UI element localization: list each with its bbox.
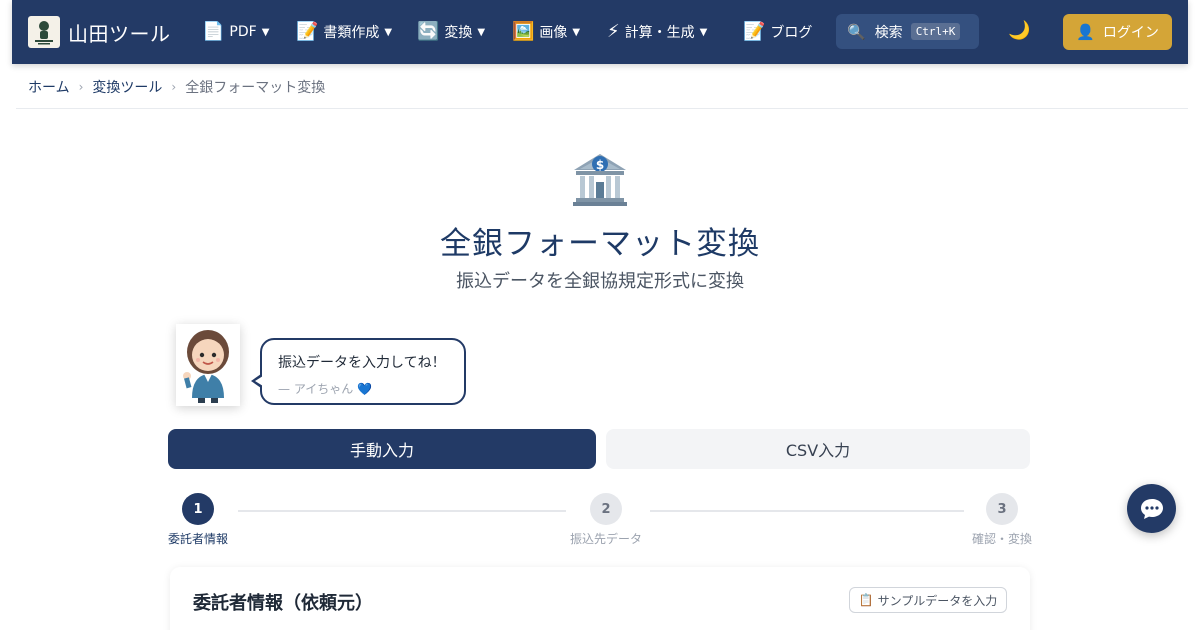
step-connector (650, 510, 964, 512)
memo-icon: 📝 (743, 21, 766, 42)
bank-icon: $ (570, 150, 630, 210)
chat-button[interactable] (1127, 484, 1176, 533)
search-icon: 🔍 (847, 22, 866, 41)
nav-convert[interactable]: 🔄 変換 ▼ (417, 20, 485, 44)
nav-image[interactable]: 🖼️ 画像 ▼ (512, 20, 580, 44)
breadcrumb-separator: › (78, 80, 84, 94)
convert-icon: 🔄 (417, 21, 440, 42)
chevron-down-icon: ▼ (572, 26, 581, 38)
chevron-down-icon: ▼ (384, 26, 393, 38)
page-subtitle: 振込データを全銀協規定形式に変換 (456, 271, 744, 292)
brand-name: 山田ツール (68, 21, 171, 46)
login-label: ログイン (1102, 25, 1159, 41)
document-icon: 📄 (202, 21, 225, 42)
nav-label: 計算・生成 (624, 25, 695, 41)
sample-button-label: サンプルデータを入力 (877, 593, 998, 608)
mascot-signature: — アイちゃん 💙 (278, 380, 448, 397)
nav-label: ブログ (770, 25, 813, 41)
user-icon: 👤 (1076, 23, 1095, 41)
site-logo (28, 16, 60, 48)
consignor-form-card: 委託者情報（依頼元） 📋 サンプルデータを入力 (170, 567, 1030, 630)
tab-manual-input[interactable]: 手動入力 (168, 429, 596, 469)
tab-csv-input[interactable]: CSV入力 (606, 429, 1030, 469)
search-button[interactable]: 🔍 検索 Ctrl+K (836, 14, 979, 49)
step-connector (238, 510, 566, 512)
memo-icon: 📝 (296, 21, 319, 42)
breadcrumb-separator: › (171, 80, 177, 94)
mascot-message: 振込データを入力してね！ (278, 355, 446, 371)
brand-link[interactable]: 山田ツール (28, 16, 171, 48)
mascot-speech-bubble: 振込データを入力してね！ — アイちゃん 💙 (251, 338, 466, 405)
page-title: 全銀フォーマット変換 (440, 226, 760, 262)
search-label: 検索 (874, 24, 903, 41)
form-section-title: 委託者情報（依頼元） (193, 593, 373, 614)
moon-icon[interactable]: 🌙 (1008, 20, 1030, 41)
nav-pdf[interactable]: 📄 PDF ▼ (202, 20, 269, 44)
lightning-icon: ⚡ (607, 21, 620, 42)
nav-calculate[interactable]: ⚡ 計算・生成 ▼ (607, 20, 707, 44)
step-3-indicator: 3 (986, 493, 1018, 525)
chevron-down-icon: ▼ (699, 26, 708, 38)
mascot-name: — アイちゃん (278, 382, 354, 396)
breadcrumb-divider (16, 108, 1188, 109)
nav-documents[interactable]: 📝 書類作成 ▼ (296, 20, 392, 44)
search-shortcut: Ctrl+K (910, 23, 961, 40)
mascot-avatar (176, 324, 240, 406)
breadcrumb-current: 全銀フォーマット変換 (185, 80, 326, 96)
chevron-down-icon: ▼ (477, 26, 486, 38)
chevron-down-icon: ▼ (261, 26, 270, 38)
nav-label: 書類作成 (323, 25, 380, 41)
step-2-indicator: 2 (590, 493, 622, 525)
clipboard-icon: 📋 (858, 593, 874, 607)
step-2-label: 振込先データ (570, 532, 643, 546)
step-3-label: 確認・変換 (972, 532, 1033, 546)
breadcrumb-convert-tools[interactable]: 変換ツール (92, 77, 162, 97)
breadcrumb-home[interactable]: ホーム (28, 77, 70, 97)
step-1-indicator: 1 (182, 493, 214, 525)
login-button[interactable]: 👤 ログイン (1063, 14, 1172, 50)
step-1-label: 委託者情報 (168, 532, 229, 546)
heart-icon: 💙 (357, 382, 372, 396)
top-navigation-bar: 山田ツール 📄 PDF ▼ 📝 書類作成 ▼ 🔄 変換 ▼ 🖼️ 画像 ▼ ⚡ … (12, 0, 1188, 64)
fill-sample-data-button[interactable]: 📋 サンプルデータを入力 (849, 587, 1007, 613)
chat-bubble-icon (1140, 498, 1163, 519)
breadcrumb: ホーム › 変換ツール › 全銀フォーマット変換 (28, 77, 325, 97)
image-icon: 🖼️ (512, 21, 535, 42)
nav-label: 画像 (539, 25, 568, 41)
nav-label: PDF (229, 24, 257, 40)
svg-text:$: $ (596, 158, 604, 172)
nav-blog[interactable]: 📝 ブログ (743, 20, 812, 44)
nav-label: 変換 (444, 25, 473, 41)
